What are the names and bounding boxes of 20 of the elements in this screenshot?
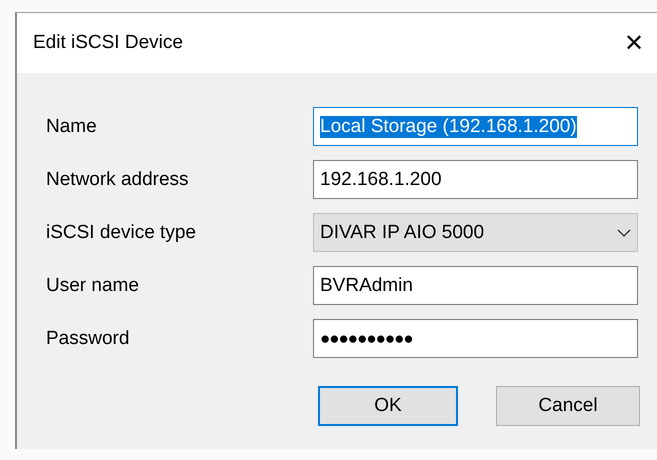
field-label: Name <box>46 116 98 138</box>
ok-button[interactable]: OK <box>318 386 458 426</box>
input-field[interactable]: Local Storage (192.168.1.200) <box>313 107 638 146</box>
dropdown[interactable]: DIVAR IP AIO 5000 <box>313 213 638 252</box>
password-mask: ●●●●●●●●●● <box>320 328 413 348</box>
cancel-button[interactable]: Cancel <box>496 386 640 426</box>
field-value: DIVAR IP AIO 5000 <box>320 222 484 244</box>
chevron-down-icon <box>617 228 631 236</box>
field-label: Network address <box>46 168 190 190</box>
field-label: iSCSI device type <box>46 222 197 244</box>
window-title: Edit iSCSI Device <box>33 32 183 54</box>
password-field[interactable]: ●●●●●●●●●● <box>313 319 638 358</box>
input-field[interactable]: 192.168.1.200 <box>313 160 638 199</box>
close-button[interactable]: ✕ <box>611 20 657 66</box>
field-value: Local Storage (192.168.1.200) <box>320 116 577 138</box>
field-label: Password <box>46 328 130 350</box>
field-value: BVRAdmin <box>320 274 413 296</box>
field-label: User name <box>46 274 140 296</box>
input-field[interactable]: BVRAdmin <box>313 266 638 305</box>
field-value: 192.168.1.200 <box>320 168 442 190</box>
